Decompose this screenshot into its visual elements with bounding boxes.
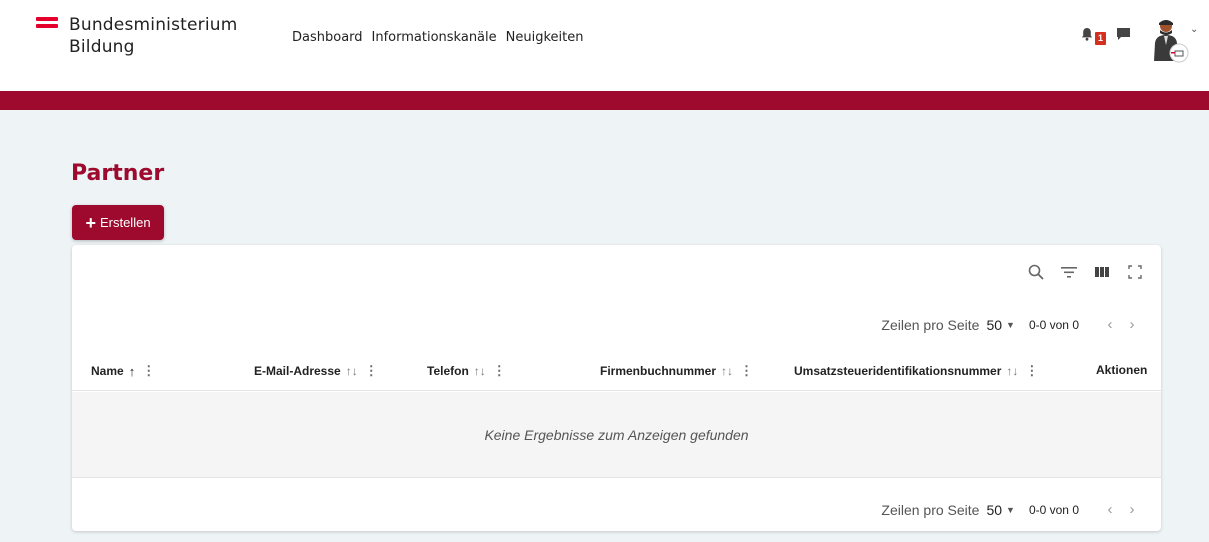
rows-per-page-select[interactable]: 50 <box>986 502 1002 518</box>
table-header: Name ↑ ⋮ E-Mail-Adresse ↑↓ ⋮ Telefon ↑↓ … <box>72 355 1161 391</box>
column-menu-icon[interactable]: ⋮ <box>1025 363 1038 379</box>
next-page-button[interactable]: › <box>1121 501 1143 518</box>
nav-neuigkeiten[interactable]: Neuigkeiten <box>506 30 584 45</box>
app-header: Bundesministerium Bildung Dashboard Info… <box>0 0 1209 91</box>
column-menu-icon[interactable]: ⋮ <box>493 363 506 379</box>
chevron-down-icon[interactable]: ⌄ <box>1190 24 1198 35</box>
caret-down-icon[interactable]: ▼ <box>1006 320 1015 330</box>
sort-icon[interactable]: ↑↓ <box>721 364 733 378</box>
empty-state-message: Keine Ergebnisse zum Anzeigen gefunden <box>72 392 1161 478</box>
rows-per-page-label: Zeilen pro Seite <box>881 501 980 518</box>
nav-dashboard[interactable]: Dashboard <box>292 30 363 45</box>
page-count: 0-0 von 0 <box>1028 502 1079 517</box>
prev-page-button[interactable]: ‹ <box>1099 316 1121 333</box>
column-aktionen: Aktionen <box>1096 363 1148 377</box>
column-telefon[interactable]: Telefon ↑↓ ⋮ <box>427 363 506 379</box>
column-ust-id[interactable]: Umsatzsteueridentifikationsnummer ↑↓ ⋮ <box>794 363 1038 379</box>
create-button[interactable]: + Erstellen <box>72 205 164 240</box>
nav-informationskanaele[interactable]: Informationskanäle <box>372 30 497 45</box>
prev-page-button[interactable]: ‹ <box>1099 501 1121 518</box>
rows-per-page-label: Zeilen pro Seite <box>881 316 980 333</box>
sort-asc-icon[interactable]: ↑ <box>129 364 136 379</box>
page-title: Partner <box>71 161 165 186</box>
fullscreen-icon[interactable] <box>1125 262 1145 282</box>
column-menu-icon[interactable]: ⋮ <box>142 363 155 379</box>
column-email[interactable]: E-Mail-Adresse ↑↓ ⋮ <box>254 363 378 379</box>
sort-icon[interactable]: ↑↓ <box>474 364 486 378</box>
sort-icon[interactable]: ↑↓ <box>346 364 358 378</box>
brand-band <box>0 91 1209 110</box>
pagination-top: Zeilen pro Seite 50 ▼ 0-0 von 0 ‹ › <box>881 316 1143 333</box>
chat-icon[interactable] <box>1116 27 1131 41</box>
caret-down-icon[interactable]: ▼ <box>1006 505 1015 515</box>
next-page-button[interactable]: › <box>1121 316 1143 333</box>
notification-badge: 1 <box>1095 32 1106 45</box>
pagination-bottom: Zeilen pro Seite 50 ▼ 0-0 von 0 ‹ › <box>881 501 1143 518</box>
column-menu-icon[interactable]: ⋮ <box>740 363 753 379</box>
table-toolbar <box>1026 262 1145 282</box>
column-firmenbuchnummer[interactable]: Firmenbuchnummer ↑↓ ⋮ <box>600 363 753 379</box>
ministry-logo[interactable]: Bundesministerium Bildung <box>36 14 238 58</box>
create-button-label: Erstellen <box>99 215 151 230</box>
search-icon[interactable] <box>1026 262 1046 282</box>
page-count: 0-0 von 0 <box>1028 317 1079 332</box>
column-name[interactable]: Name ↑ ⋮ <box>91 363 155 379</box>
partner-table-card: Zeilen pro Seite 50 ▼ 0-0 von 0 ‹ › Name… <box>72 245 1161 531</box>
rows-per-page-select[interactable]: 50 <box>986 317 1002 333</box>
avatar[interactable] <box>1148 15 1192 65</box>
main-nav: Dashboard Informationskanäle Neuigkeiten <box>292 30 583 45</box>
columns-icon[interactable] <box>1092 262 1112 282</box>
logo-line-1: Bundesministerium <box>69 15 238 35</box>
logo-line-2: Bildung <box>69 37 135 57</box>
column-menu-icon[interactable]: ⋮ <box>365 363 378 379</box>
plus-icon: + <box>85 212 96 233</box>
filter-icon[interactable] <box>1059 262 1079 282</box>
austria-flag-icon <box>36 17 58 58</box>
sort-icon[interactable]: ↑↓ <box>1006 364 1018 378</box>
bell-icon[interactable] <box>1080 27 1094 41</box>
